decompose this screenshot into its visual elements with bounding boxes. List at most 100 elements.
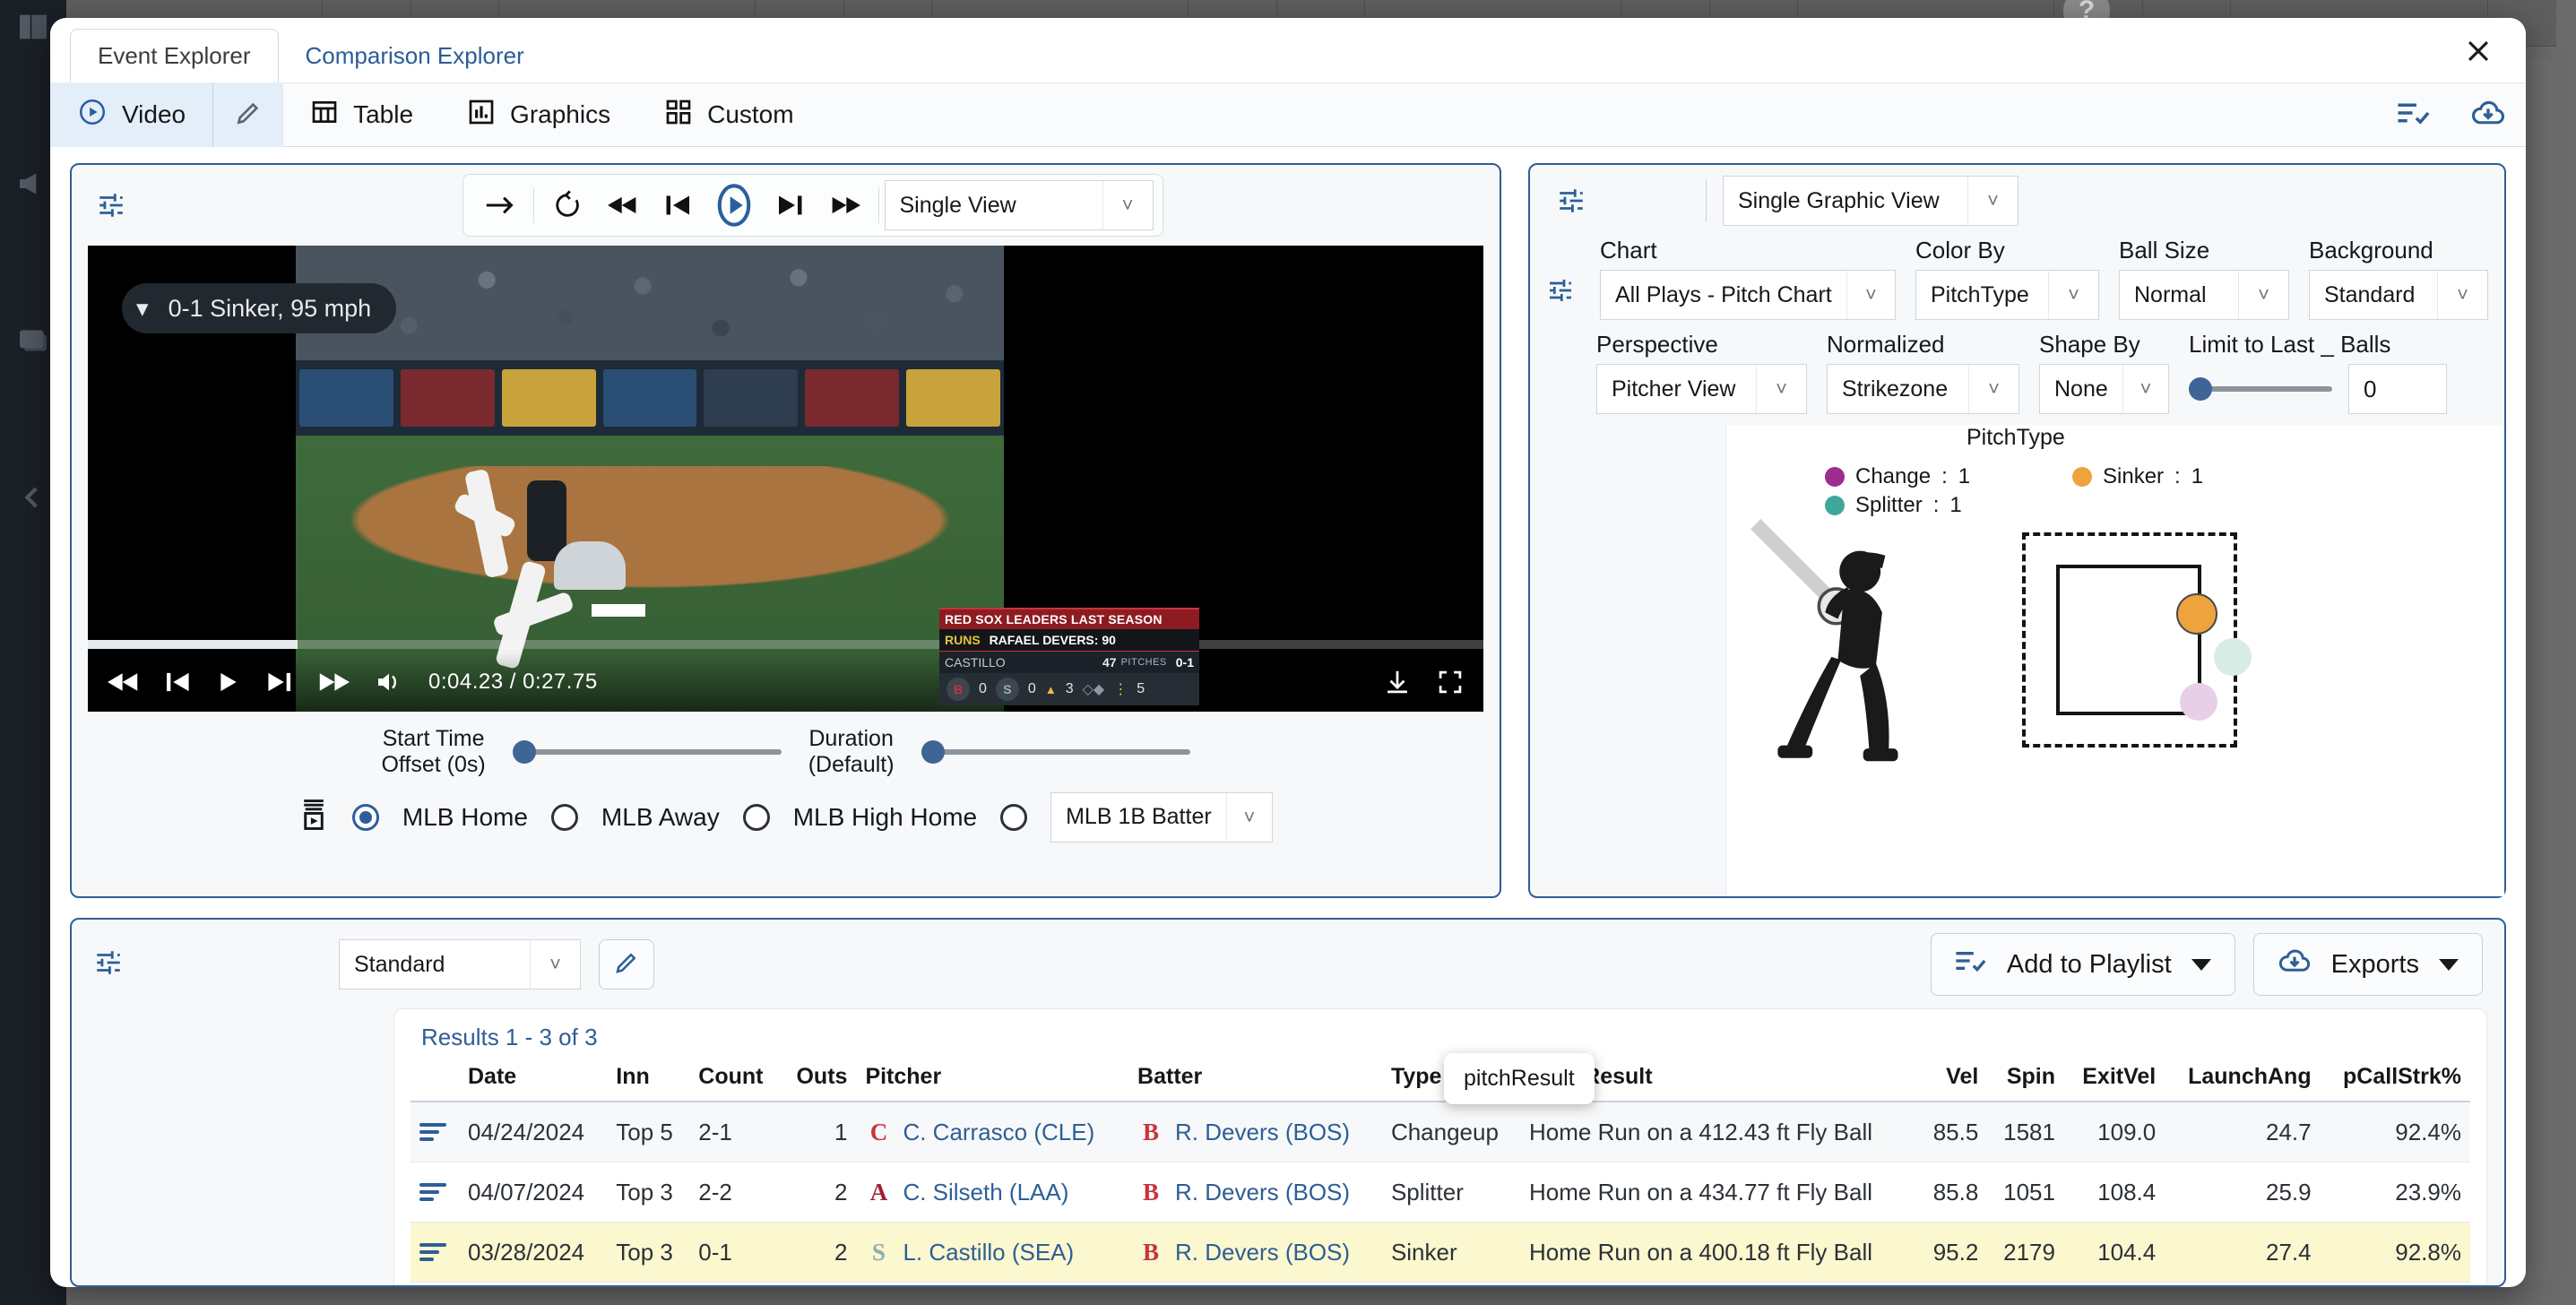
legend-item-sinker[interactable]: Sinker: 1 (2072, 464, 2203, 489)
cell-batter[interactable]: B R. Devers (BOS) (1128, 1162, 1382, 1223)
view-tab-custom[interactable]: Custom (637, 82, 820, 147)
images-icon[interactable] (15, 323, 51, 363)
radio-mlb-home[interactable] (352, 804, 379, 831)
previous-frame-icon[interactable] (651, 180, 706, 230)
column-header-exitvel[interactable]: ExitVel (2064, 1064, 2165, 1102)
column-header-pcallstrk[interactable]: pCallStrk% (2321, 1064, 2470, 1102)
close-icon[interactable] (2458, 30, 2499, 72)
fast-forward-icon[interactable] (817, 180, 873, 230)
video-scrubber[interactable] (88, 640, 1483, 649)
limit-to-last-balls-slider[interactable] (2189, 386, 2332, 392)
play-button[interactable] (706, 180, 762, 230)
radio-custom-angle[interactable] (1000, 804, 1027, 831)
cell-pitcher[interactable]: C C. Carrasco (CLE) (856, 1102, 1128, 1162)
tab-comparison-explorer-label: Comparison Explorer (306, 42, 524, 70)
pitch-dot-change[interactable] (2180, 683, 2217, 721)
column-header-date[interactable]: Date (459, 1064, 607, 1102)
tab-event-explorer[interactable]: Event Explorer (70, 29, 279, 82)
row-menu-cell[interactable] (411, 1223, 459, 1283)
graphic-view-select[interactable]: Single Graphic View ˅ (1723, 176, 2018, 226)
replay-icon[interactable] (540, 180, 595, 230)
pitch-badge[interactable]: ▾ 0-1 Sinker, 95 mph (122, 283, 396, 333)
pitch-dot-splitter[interactable] (2214, 638, 2252, 676)
legend-item-change[interactable]: Change: 1 (1825, 464, 1970, 489)
view-tab-video[interactable]: Video (50, 82, 212, 147)
team-logo-bos: B (1137, 1177, 1164, 1207)
play-icon[interactable] (217, 670, 240, 694)
sliders-icon[interactable] (93, 947, 124, 982)
row-menu-cell[interactable] (411, 1102, 459, 1162)
arrow-right-icon[interactable] (472, 180, 528, 230)
chart-select[interactable]: All Plays - Pitch Chart ˅ (1600, 270, 1896, 320)
cell-batter[interactable]: B R. Devers (BOS) (1128, 1102, 1382, 1162)
column-header-pitcher[interactable]: Pitcher (856, 1064, 1128, 1102)
video-view-select[interactable]: Single View ˅ (885, 180, 1154, 230)
cell-pitcher[interactable]: A C. Silseth (LAA) (856, 1162, 1128, 1223)
chart-label: Chart (1600, 237, 1896, 264)
perspective-select[interactable]: Pitcher View ˅ (1596, 364, 1807, 414)
duration-slider[interactable] (921, 749, 1190, 755)
fast-forward-icon[interactable] (317, 670, 350, 694)
column-header-batter[interactable]: Batter (1128, 1064, 1382, 1102)
cell-pitchresult: Home Run on a 434.77 ft Fly Ball (1520, 1162, 1918, 1223)
ball-size-select[interactable]: Normal ˅ (2119, 270, 2289, 320)
cell-exitvel: 109.0 (2064, 1102, 2165, 1162)
background-select[interactable]: Standard ˅ (2309, 270, 2488, 320)
rewind-icon[interactable] (595, 180, 651, 230)
row-menu-icon[interactable] (419, 1243, 450, 1261)
table-row[interactable]: 03/28/2024 Top 3 0-1 2 S L. Castillo (SE… (411, 1223, 2470, 1283)
results-table-card: Results 1 - 3 of 3 Date Inn Count Outs P… (394, 1009, 2486, 1285)
video-stage[interactable]: ▾ 0-1 Sinker, 95 mph RED SOX LEADERS LAS… (88, 246, 1483, 712)
row-menu-cell[interactable] (411, 1162, 459, 1223)
next-frame-icon[interactable] (265, 670, 292, 694)
view-tab-table[interactable]: Table (283, 82, 440, 147)
row-menu-icon[interactable] (419, 1183, 450, 1201)
camera-angle-select[interactable]: MLB 1B Batter ˅ (1050, 792, 1273, 843)
view-tab-graphics[interactable]: Graphics (440, 82, 637, 147)
color-by-select[interactable]: PitchType ˅ (1915, 270, 2099, 320)
next-frame-icon[interactable] (762, 180, 817, 230)
rewind-icon[interactable] (108, 670, 140, 694)
sliders-icon[interactable] (1544, 186, 1598, 216)
megaphone-icon[interactable] (15, 166, 51, 206)
column-header-count[interactable]: Count (689, 1064, 780, 1102)
chevron-down-icon: ˅ (2238, 271, 2288, 319)
table-layout-select[interactable]: Standard ˅ (339, 939, 581, 990)
table-header-row: Date Inn Count Outs Pitcher Batter Type … (411, 1064, 2470, 1102)
radio-mlb-away[interactable] (551, 804, 578, 831)
camera-roll-icon[interactable] (298, 798, 329, 836)
column-header-launchang[interactable]: LaunchAng (2165, 1064, 2320, 1102)
scorebug-home-score: 0 (1028, 681, 1036, 697)
shape-by-select[interactable]: None ˅ (2039, 364, 2169, 414)
sliders-icon[interactable] (1546, 276, 1575, 309)
edit-video-button[interactable] (213, 82, 283, 147)
column-header-vel[interactable]: Vel (1918, 1064, 1988, 1102)
exports-button[interactable]: Exports (2253, 933, 2483, 996)
cloud-download-icon[interactable] (2451, 99, 2526, 132)
tab-comparison-explorer[interactable]: Comparison Explorer (279, 29, 551, 82)
row-menu-icon[interactable] (419, 1123, 450, 1141)
add-to-playlist-button[interactable]: Add to Playlist (1931, 933, 2235, 996)
table-row[interactable]: 04/07/2024 Top 3 2-2 2 A C. Silseth (LAA… (411, 1162, 2470, 1223)
column-header-inn[interactable]: Inn (607, 1064, 689, 1102)
edit-columns-button[interactable] (599, 939, 654, 990)
normalized-select[interactable]: Strikezone ˅ (1827, 364, 2019, 414)
cell-pitcher[interactable]: S L. Castillo (SEA) (856, 1223, 1128, 1283)
fullscreen-icon[interactable] (1437, 669, 1464, 696)
limit-to-last-balls-input[interactable]: 0 (2348, 364, 2447, 414)
playlist-check-icon[interactable] (2377, 99, 2451, 132)
chevron-down-icon: ˅ (1846, 271, 1895, 319)
pitch-dot-sinker[interactable] (2176, 593, 2217, 635)
collapse-icon[interactable] (15, 480, 51, 520)
start-time-offset-slider[interactable] (513, 749, 782, 755)
radio-mlb-high-home[interactable] (743, 804, 770, 831)
previous-frame-icon[interactable] (165, 670, 192, 694)
column-header-spin[interactable]: Spin (1987, 1064, 2064, 1102)
table-row[interactable]: 04/24/2024 Top 5 2-1 1 C C. Carrasco (CL… (411, 1102, 2470, 1162)
volume-icon[interactable] (375, 670, 403, 695)
book-icon[interactable] (15, 9, 51, 49)
download-icon[interactable] (1383, 669, 1412, 696)
sliders-icon[interactable] (84, 190, 138, 220)
column-header-outs[interactable]: Outs (781, 1064, 857, 1102)
cell-batter[interactable]: B R. Devers (BOS) (1128, 1223, 1382, 1283)
